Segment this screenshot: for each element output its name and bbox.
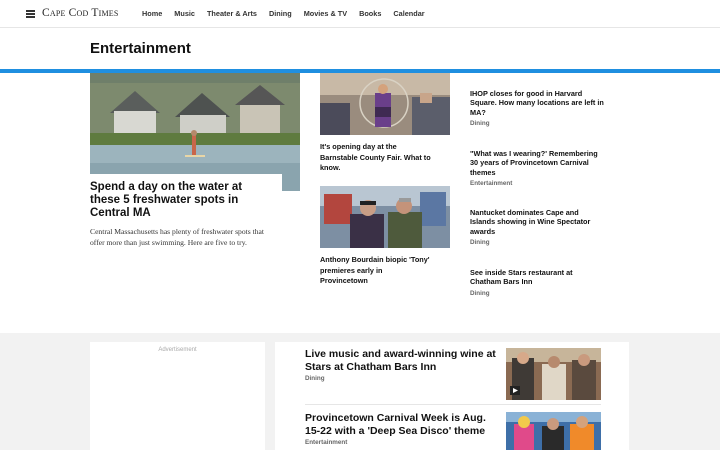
carnival-story-image[interactable] <box>506 412 601 450</box>
stars-story-image[interactable] <box>506 348 601 400</box>
nav-item-theater-arts[interactable]: Theater & Arts <box>207 9 257 18</box>
page-title: Entertainment <box>90 40 191 57</box>
bourdain-story-image[interactable] <box>320 186 450 248</box>
list-item[interactable]: IHOP closes for good in Harvard Square. … <box>470 89 605 127</box>
list-item[interactable]: "What was I wearing?' Remembering 30 yea… <box>470 149 605 187</box>
top-navigation: Cape Cod Times Home Music Theater & Arts… <box>0 0 720 28</box>
list-item-headline[interactable]: IHOP closes for good in Harvard Square. … <box>470 89 605 117</box>
carnival-story-headline[interactable]: Provincetown Carnival Week is Aug. 15-22… <box>305 412 500 438</box>
story-divider <box>305 404 601 405</box>
lead-story-summary: Central Massachusetts has plenty of fres… <box>90 227 264 247</box>
bourdain-story-headline[interactable]: Anthony Bourdain biopic 'Tony' premieres… <box>320 255 432 287</box>
stars-story-headline[interactable]: Live music and award-winning wine at Sta… <box>305 348 500 374</box>
lead-story-headline[interactable]: Spend a day on the water at these 5 fres… <box>90 181 270 220</box>
nav-item-home[interactable]: Home <box>142 9 162 18</box>
list-item-headline[interactable]: Nantucket dominates Cape and Islands sho… <box>470 208 605 236</box>
nav-item-movies-tv[interactable]: Movies & TV <box>304 9 347 18</box>
nav-item-dining[interactable]: Dining <box>269 9 292 18</box>
advertisement-slot[interactable]: Advertisement <box>90 342 265 450</box>
list-item-headline[interactable]: See inside Stars restaurant at Chatham B… <box>470 268 605 287</box>
nav-links: Home Music Theater & Arts Dining Movies … <box>142 9 437 18</box>
list-item-category[interactable]: Dining <box>470 290 605 297</box>
nav-item-calendar[interactable]: Calendar <box>393 9 424 18</box>
list-item-headline[interactable]: "What was I wearing?' Remembering 30 yea… <box>470 149 605 177</box>
list-item[interactable]: See inside Stars restaurant at Chatham B… <box>470 268 605 297</box>
list-item-category[interactable]: Dining <box>470 239 605 246</box>
site-logo[interactable]: Cape Cod Times <box>42 7 119 19</box>
advertisement-label: Advertisement <box>158 347 197 353</box>
list-item-category[interactable]: Dining <box>470 120 605 127</box>
stars-story-category[interactable]: Dining <box>305 375 325 382</box>
menu-icon[interactable] <box>26 10 35 18</box>
list-item[interactable]: Nantucket dominates Cape and Islands sho… <box>470 208 605 246</box>
list-item-category[interactable]: Entertainment <box>470 180 605 187</box>
carnival-story-category[interactable]: Entertainment <box>305 439 347 446</box>
nav-item-books[interactable]: Books <box>359 9 381 18</box>
fair-story-image[interactable] <box>320 73 450 135</box>
nav-item-music[interactable]: Music <box>174 9 195 18</box>
fair-story-headline[interactable]: It's opening day at the Barnstable Count… <box>320 142 432 174</box>
